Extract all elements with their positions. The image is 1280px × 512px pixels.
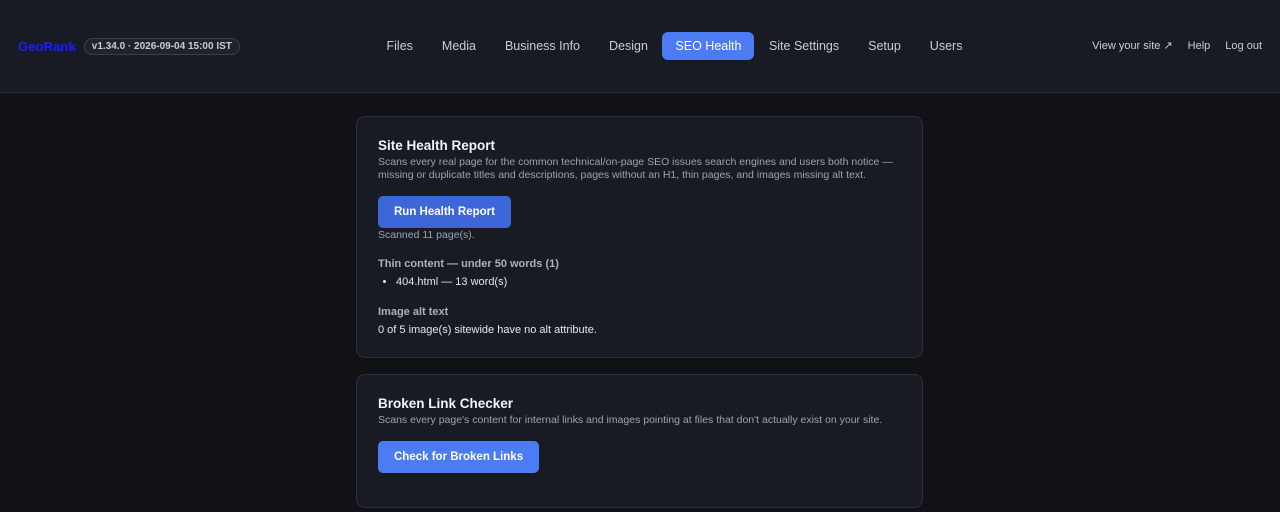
nav-business-info[interactable]: Business Info bbox=[490, 32, 594, 60]
nav-design[interactable]: Design bbox=[595, 32, 663, 60]
top-bar: GeoRank v1.34.0 · 2026-09-04 15:00 IST F… bbox=[0, 0, 1280, 93]
main-nav: Files Media Business Info Design SEO Hea… bbox=[372, 32, 977, 60]
card-title: Site Health Report bbox=[378, 138, 496, 153]
run-health-report-button[interactable]: Run Health Report bbox=[378, 196, 511, 228]
brand: GeoRank v1.34.0 · 2026-09-04 15:00 IST bbox=[18, 38, 240, 55]
brand-logo-text[interactable]: GeoRank bbox=[18, 39, 76, 54]
site-health-report-card: Site Health Report Scans every real page… bbox=[356, 116, 923, 358]
nav-media[interactable]: Media bbox=[427, 32, 490, 60]
thin-content-heading: Thin content — under 50 words (1) bbox=[378, 258, 559, 270]
nav-setup[interactable]: Setup bbox=[854, 32, 916, 60]
broken-link-checker-card: Broken Link Checker Scans every page's c… bbox=[356, 374, 923, 508]
nav-seo-health[interactable]: SEO Health bbox=[662, 32, 755, 60]
nav-users[interactable]: Users bbox=[915, 32, 977, 60]
help-link[interactable]: Help bbox=[1188, 40, 1211, 52]
view-site-link[interactable]: View your site ↗ bbox=[1092, 39, 1173, 52]
card-description: Scans every real page for the common tec… bbox=[378, 156, 893, 181]
list-item: 404.html — 13 word(s) bbox=[396, 275, 901, 290]
header-links: View your site ↗ Help Log out bbox=[1092, 39, 1262, 53]
scan-status: Scanned 11 page(s). bbox=[378, 229, 475, 241]
card-title: Broken Link Checker bbox=[378, 396, 514, 411]
alt-text-heading: Image alt text bbox=[378, 306, 449, 318]
thin-content-list: 404.html — 13 word(s) bbox=[378, 275, 901, 290]
logout-link[interactable]: Log out bbox=[1225, 40, 1262, 52]
card-description: Scans every page's content for internal … bbox=[378, 414, 883, 426]
check-broken-links-button[interactable]: Check for Broken Links bbox=[378, 441, 540, 473]
alt-text-result: 0 of 5 image(s) sitewide have no alt att… bbox=[378, 324, 597, 336]
nav-site-settings[interactable]: Site Settings bbox=[754, 32, 853, 60]
nav-files[interactable]: Files bbox=[372, 32, 427, 60]
version-badge: v1.34.0 · 2026-09-04 15:00 IST bbox=[83, 38, 240, 55]
